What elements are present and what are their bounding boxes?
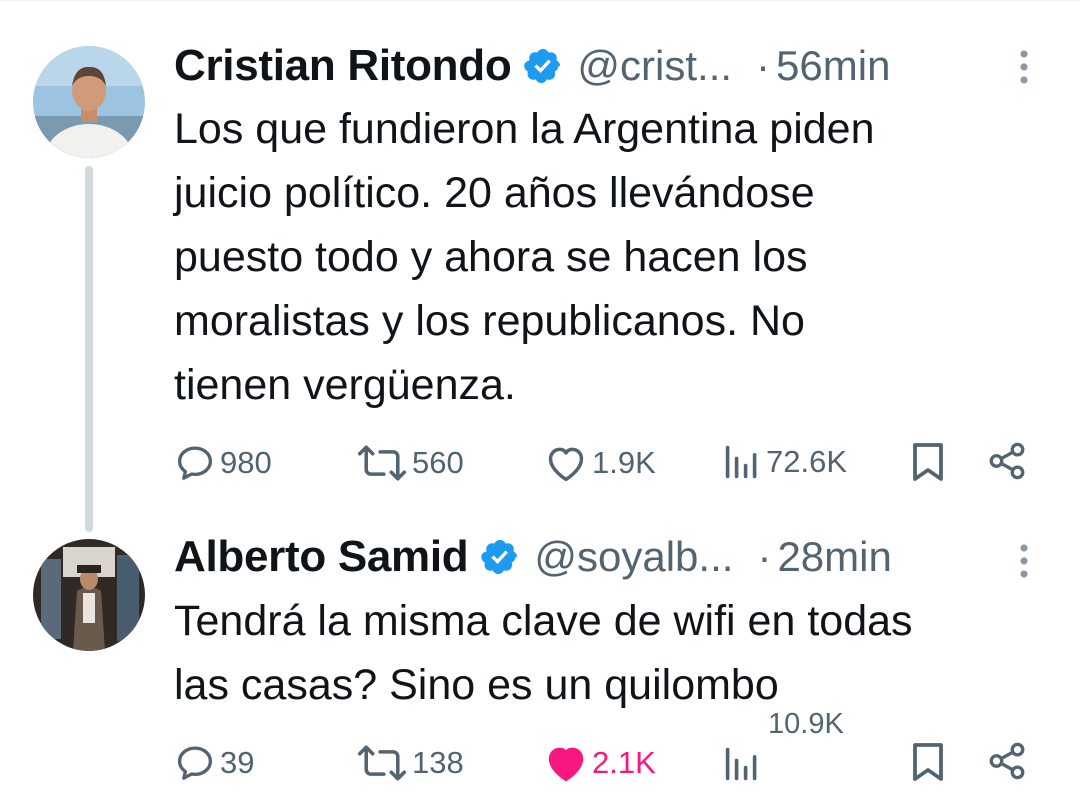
heart-icon <box>544 443 588 483</box>
repost-arrows-icon <box>356 444 408 482</box>
repost-count: 138 <box>412 745 464 780</box>
tweet-header: Cristian Ritondo @crist... · 56min <box>174 36 890 96</box>
share-button[interactable] <box>986 740 1028 782</box>
tweet-text-line: las casas? Sino es un quilombo <box>174 661 779 709</box>
share-button[interactable] <box>986 440 1028 482</box>
reply-count: 980 <box>220 445 272 480</box>
avatar[interactable] <box>33 539 145 651</box>
bar-chart-icon <box>722 746 762 782</box>
bar-chart-icon <box>722 444 762 480</box>
repost-count: 560 <box>412 445 464 480</box>
thread-connector-line <box>85 166 93 532</box>
display-name[interactable]: Alberto Samid <box>174 532 469 582</box>
separator-dot: · <box>757 533 772 580</box>
user-handle[interactable]: @soyalb... <box>534 533 733 581</box>
bookmark-icon <box>910 740 946 784</box>
bookmark-button[interactable] <box>910 440 946 484</box>
more-options-icon[interactable] <box>1014 47 1034 87</box>
like-button[interactable]: 2.1K <box>544 743 656 783</box>
reply-button[interactable]: 980 <box>174 442 272 484</box>
separator-dot: · <box>756 42 771 89</box>
share-icon <box>986 440 1028 482</box>
views-count: 10.9K <box>768 708 844 740</box>
views-button[interactable] <box>722 746 762 782</box>
timestamp[interactable]: 28min <box>777 533 891 581</box>
more-options-icon[interactable] <box>1014 541 1034 581</box>
reply-count: 39 <box>220 745 255 780</box>
verified-badge-icon <box>523 46 563 86</box>
avatar[interactable] <box>33 46 145 158</box>
repost-button[interactable]: 560 <box>356 444 464 482</box>
reply-button[interactable]: 39 <box>174 742 254 784</box>
speech-bubble-icon <box>174 442 216 484</box>
bookmark-button[interactable] <box>910 740 946 784</box>
repost-arrows-icon <box>356 744 408 782</box>
top-divider <box>0 0 1080 1</box>
tweet-text: Los que fundieron la Argentina piden jui… <box>174 97 1054 417</box>
user-handle[interactable]: @crist... <box>577 42 732 90</box>
repost-button[interactable]: 138 <box>356 744 464 782</box>
like-button[interactable]: 1.9K <box>544 443 656 483</box>
display-name[interactable]: Cristian Ritondo <box>174 41 512 91</box>
heart-icon <box>544 743 588 783</box>
views-button[interactable]: 72.6K <box>722 444 847 480</box>
tweet-text-line: moralistas y los republicanos. No <box>174 297 805 345</box>
tweet-text-line: Tendrá la misma clave de wifi en todas <box>174 597 913 645</box>
bookmark-icon <box>910 440 946 484</box>
tweet-header: Alberto Samid @soyalb... · 28min <box>174 527 892 587</box>
verified-badge-icon <box>480 537 520 577</box>
tweet-text-line: Los que fundieron la Argentina piden <box>174 105 875 153</box>
tweet-text-line: puesto todo y ahora se hacen los <box>174 233 808 281</box>
tweet-text-line: tienen vergüenza. <box>174 361 516 409</box>
like-count: 2.1K <box>592 745 656 780</box>
tweet-text: Tendrá la misma clave de wifi en todas l… <box>174 589 1054 717</box>
timestamp[interactable]: 56min <box>776 42 890 90</box>
like-count: 1.9K <box>592 445 656 480</box>
views-count: 72.6K <box>766 444 848 479</box>
share-icon <box>986 740 1028 782</box>
speech-bubble-icon <box>174 742 216 784</box>
tweet-text-line: juicio político. 20 años llevándose <box>174 169 815 217</box>
